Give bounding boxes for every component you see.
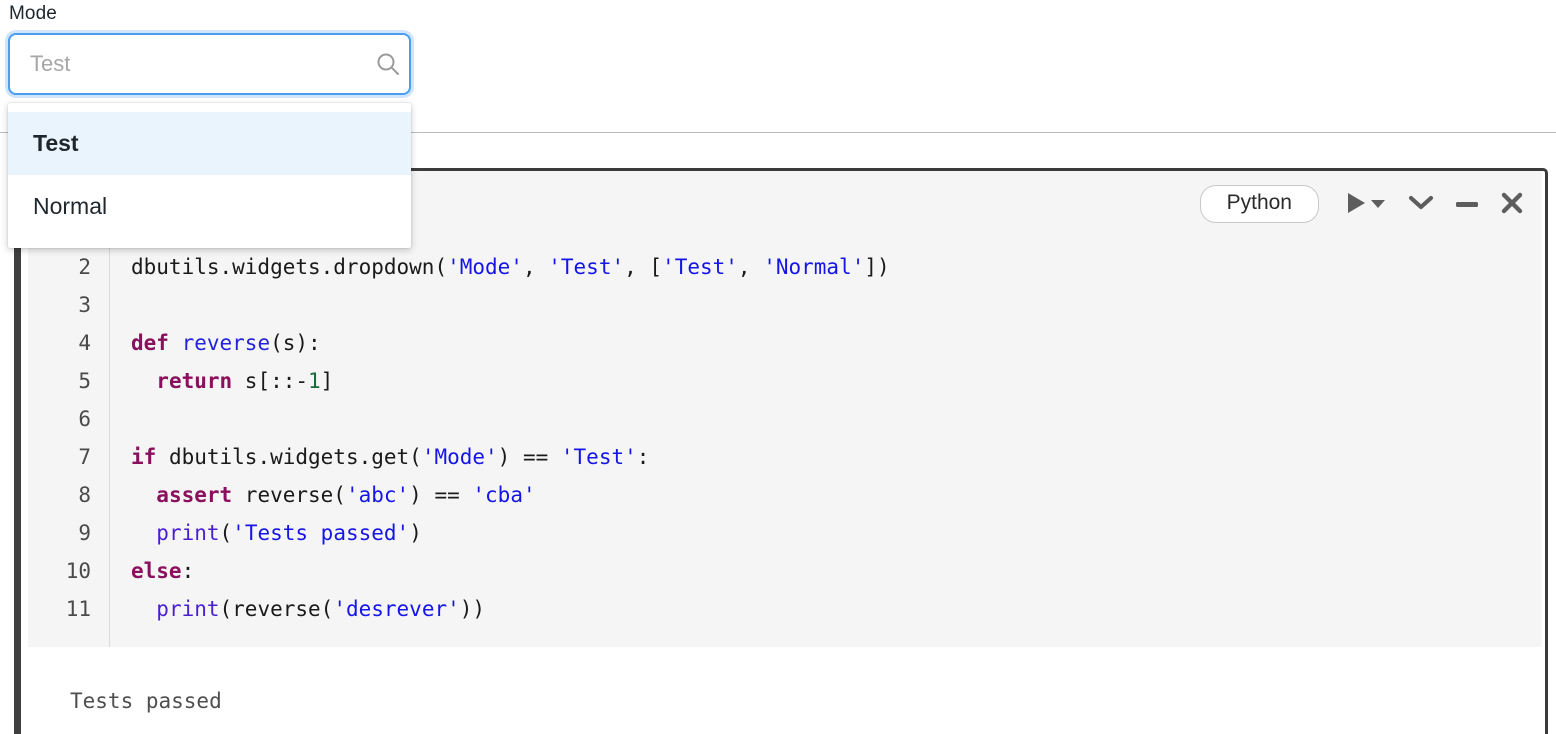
mode-search-input[interactable] [10,51,367,77]
notebook-page: Mode Python 2 3 4 5 6 7 8 9 10 11 dbutil… [0,0,1556,734]
line-number: 11 [65,597,91,621]
code-token: )) [459,597,486,621]
line-number: 9 [78,521,91,545]
code-token: 1 [308,369,321,393]
language-badge[interactable]: Python [1199,185,1319,223]
mode-combobox[interactable] [8,33,411,95]
code-token: dbutils.widgets.dropdown [131,255,435,279]
code-line: dbutils.widgets.dropdown('Mode', 'Test',… [131,248,1542,286]
line-number-gutter: 2 3 4 5 6 7 8 9 10 11 [28,248,110,647]
code-token: else [131,559,182,583]
code-token: 'Test' [662,255,738,279]
collapse-cell-button[interactable] [1399,186,1443,222]
code-line: def reverse(s): [131,324,1542,362]
code-token: (s): [270,331,321,355]
cell-output: Tests passed [28,650,1542,734]
code-line: print(reverse('desrever')) [131,590,1542,628]
line-number: 10 [65,559,91,583]
code-token: print [156,597,220,621]
code-token: reverse [181,331,271,355]
code-token: 'abc' [345,483,410,507]
code-line: print('Tests passed') [131,514,1542,552]
line-number: 4 [78,331,91,355]
notebook-cell: Python 2 3 4 5 6 7 8 9 10 11 dbutils.wid… [14,168,1548,734]
code-token: ) == [409,483,473,507]
code-token: , [ [624,255,663,279]
code-line: assert reverse('abc') == 'cba' [131,476,1542,514]
code-token: : [181,559,195,583]
code-token: s[::- [232,369,309,393]
line-number: 3 [78,293,91,317]
code-token: ) [409,521,422,545]
code-content[interactable]: dbutils.widgets.dropdown('Mode', 'Test',… [110,248,1542,647]
caret-down-icon [1371,197,1385,212]
cell-toolbar: Python [1199,185,1533,223]
code-line: if dbutils.widgets.get('Mode') == 'Test'… [131,438,1542,476]
code-token: reverse( [232,483,346,507]
chevron-down-icon [1408,194,1434,215]
line-number: 5 [78,369,91,393]
code-token: ) == [497,445,561,469]
code-line: else: [131,552,1542,590]
code-token: ] [320,369,334,393]
code-line: return s[::-1] [131,362,1542,400]
code-token: 'Test' [548,255,625,279]
code-token: , [522,255,549,279]
code-token: 'Mode' [447,255,523,279]
close-icon [1501,192,1523,217]
code-token: (reverse( [219,597,334,621]
line-number: 6 [78,407,91,431]
run-cell-button[interactable] [1337,186,1393,222]
code-token: 'Normal' [763,255,865,279]
code-token: 'Test' [560,445,637,469]
mode-option-label: Test [33,130,79,156]
code-token: ( [219,521,233,545]
code-token: assert [156,483,233,507]
code-token: def [131,331,169,355]
minus-icon [1455,197,1479,212]
code-token: : [636,445,650,469]
widget-label: Mode [9,3,57,24]
code-token: ( [434,255,448,279]
search-icon [367,33,409,95]
code-token: 'Mode' [421,445,498,469]
close-cell-button[interactable] [1491,186,1533,222]
code-token: 'desrever' [333,597,460,621]
play-icon [1345,191,1367,218]
code-token: , [737,255,764,279]
mode-option-test[interactable]: Test [8,112,411,175]
code-token: return [156,369,233,393]
code-token: 'cba' [472,483,536,507]
code-editor[interactable]: 2 3 4 5 6 7 8 9 10 11 dbutils.widgets.dropdown('M… [28,248,1542,647]
mode-option-normal[interactable]: Normal [8,175,411,238]
mode-option-label: Normal [33,193,108,219]
output-text: Tests passed [70,689,222,713]
code-token: print [156,521,220,545]
cell-selection-bar [14,171,21,734]
code-token: 'Tests passed' [232,521,410,545]
code-token: if [131,445,157,469]
line-number: 2 [78,255,91,279]
code-token: ]) [864,255,890,279]
code-token: dbutils.widgets.get( [156,445,422,469]
minimize-cell-button[interactable] [1447,186,1487,222]
line-number: 8 [78,483,91,507]
line-number: 7 [78,445,91,469]
mode-dropdown-menu[interactable]: Test Normal [8,103,411,248]
